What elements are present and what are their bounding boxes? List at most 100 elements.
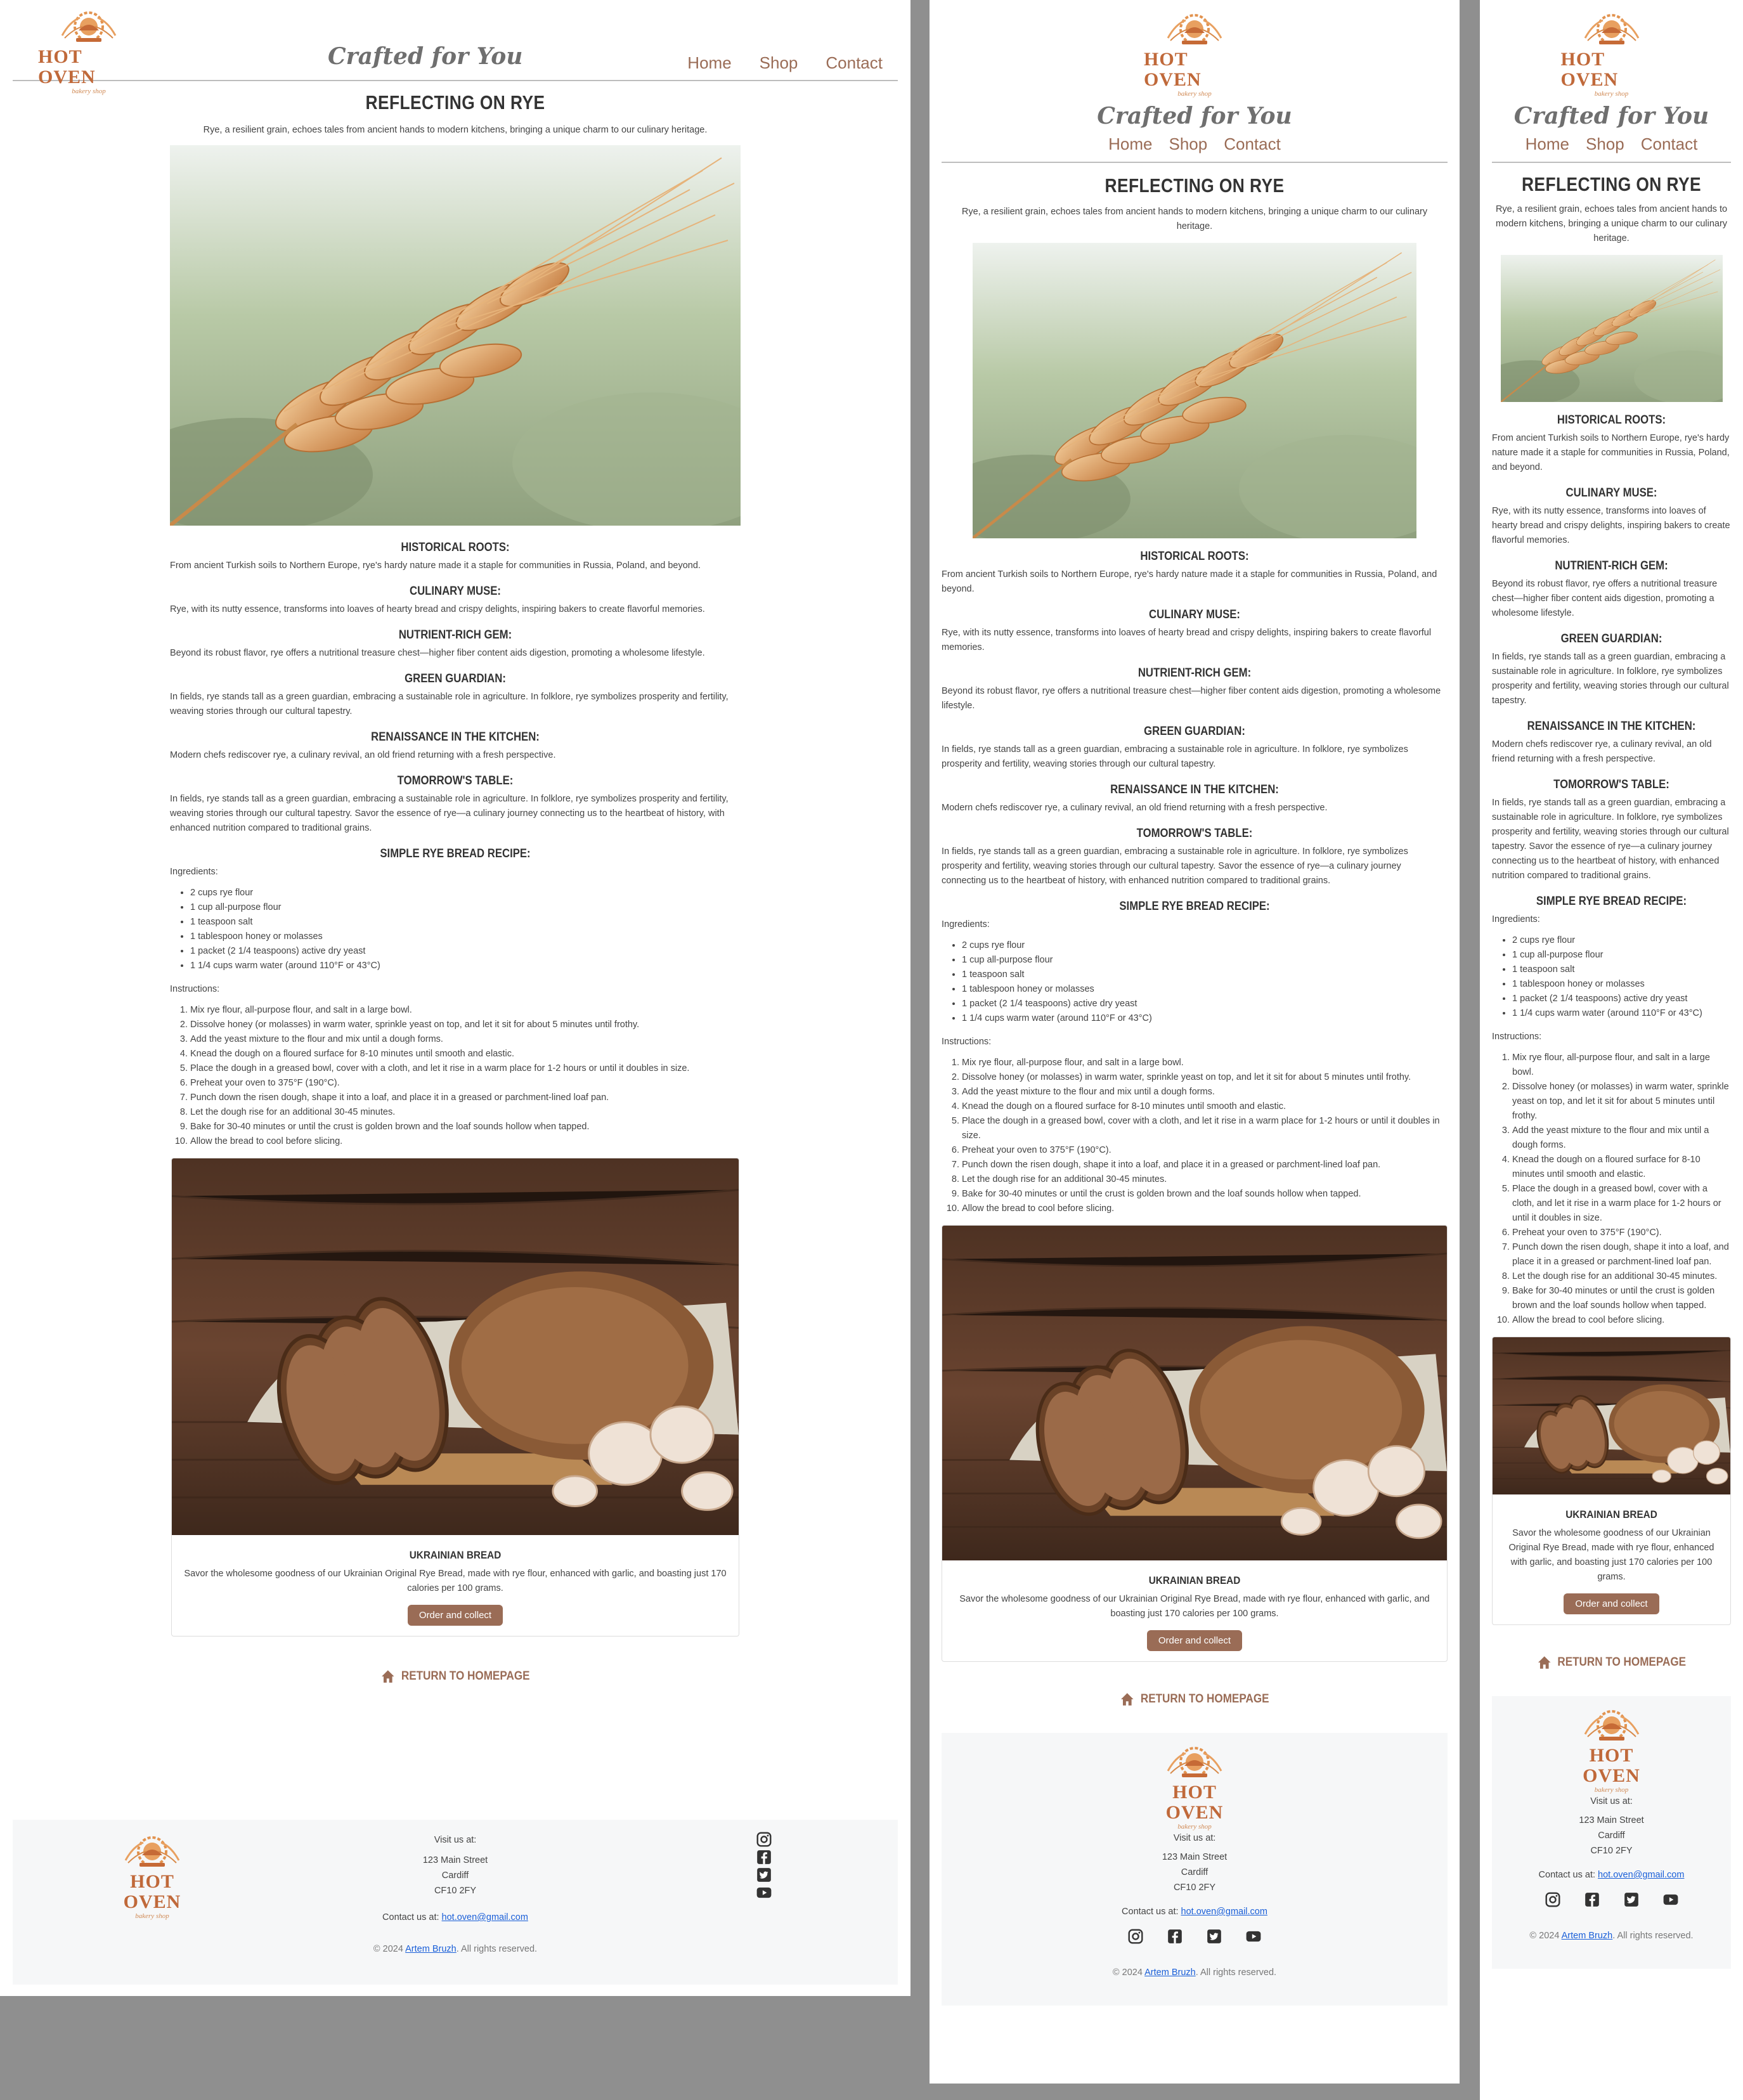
order-button[interactable]: Order and collect (1146, 1630, 1243, 1651)
address-line: CF10 2FY (1173, 1883, 1216, 1893)
email-link[interactable]: hot.oven@gmail.com (442, 1912, 528, 1922)
section-text: Modern chefs rediscover rye, a culinary … (942, 803, 1328, 813)
main-nav: Home Shop Contact (1526, 134, 1698, 154)
brand-subtitle: bakery shop (1594, 90, 1629, 98)
intro-text: Rye, a resilient grain, echoes tales fro… (1495, 204, 1728, 243)
oven-logo-icon (1157, 1746, 1233, 1782)
section-heading: RENAISSANCE IN THE KITCHEN: (371, 730, 540, 744)
nav-shop[interactable]: Shop (760, 53, 798, 73)
site-footer: HOT OVEN bakery shop Visit us at: 123 Ma… (13, 1820, 898, 1985)
footer-logo[interactable]: HOT OVEN bakery shop (1144, 1746, 1245, 1831)
list-item: Add the yeast mixture to the flour and m… (962, 1085, 1448, 1099)
ingredients-label: Ingredients: (942, 919, 990, 930)
return-link[interactable]: RETURN TO HOMEPAGE (198, 1668, 712, 1685)
product-card: UKRAINIAN BREAD Savor the wholesome good… (1492, 1337, 1731, 1625)
footer-logo[interactable]: HOT OVEN bakery shop (1561, 1709, 1662, 1794)
nav-shop[interactable]: Shop (1169, 134, 1208, 154)
youtube-icon[interactable] (756, 1884, 772, 1901)
section-heading: TOMORROW'S TABLE: (397, 774, 514, 788)
home-icon (1537, 1654, 1552, 1671)
facebook-icon[interactable] (1167, 1928, 1183, 1945)
nav-home[interactable]: Home (1108, 134, 1152, 154)
mobile-view: HOT OVEN bakery shop Crafted for You Hom… (1480, 0, 1743, 2100)
list-item: Knead the dough on a floured surface for… (190, 1047, 741, 1061)
twitter-icon[interactable] (1623, 1891, 1640, 1908)
section-text: Modern chefs rediscover rye, a culinary … (1492, 739, 1712, 764)
list-item: Let the dough rise for an additional 30-… (962, 1172, 1448, 1187)
twitter-icon[interactable] (756, 1867, 772, 1883)
brand-logo[interactable]: HOT OVEN bakery shop (38, 10, 139, 95)
ingredients-list: 2 cups rye flour 1 cup all-purpose flour… (1492, 933, 1731, 1021)
page-title: REFLECTING ON RYE (365, 91, 545, 113)
section-heading: TOMORROW'S TABLE: (1553, 778, 1669, 791)
return-link[interactable]: RETURN TO HOMEPAGE (967, 1691, 1422, 1708)
copyright: © 2024 Artem Bruzh. All rights reserved. (1112, 1967, 1277, 1978)
list-item: 2 cups rye flour (1512, 933, 1731, 948)
intro-text: Rye, a resilient grain, echoes tales fro… (203, 125, 708, 135)
twitter-icon[interactable] (1206, 1928, 1222, 1945)
list-item: Mix rye flour, all-purpose flour, and sa… (1512, 1051, 1731, 1080)
oven-logo-icon (1574, 13, 1650, 49)
nav-contact[interactable]: Contact (1224, 134, 1281, 154)
youtube-icon[interactable] (1245, 1928, 1262, 1945)
copyright: © 2024 Artem Bruzh. All rights reserved. (1529, 1931, 1694, 1941)
address-line: 123 Main Street (1579, 1815, 1644, 1825)
list-item: 1 packet (2 1/4 teaspoons) active dry ye… (962, 997, 1448, 1011)
return-link[interactable]: RETURN TO HOMEPAGE (1504, 1654, 1719, 1671)
nav-home[interactable]: Home (1526, 134, 1569, 154)
list-item: Place the dough in a greased bowl, cover… (190, 1061, 741, 1076)
email-link[interactable]: hot.oven@gmail.com (1181, 1907, 1267, 1917)
section-heading: CULINARY MUSE: (410, 585, 501, 598)
brand-subtitle: bakery shop (1594, 1786, 1629, 1794)
list-item: Allow the bread to cool before slicing. (1512, 1313, 1731, 1328)
order-button[interactable]: Order and collect (1564, 1593, 1659, 1614)
nav-shop[interactable]: Shop (1586, 134, 1624, 154)
list-item: 1 packet (2 1/4 teaspoons) active dry ye… (190, 944, 741, 959)
instagram-icon[interactable] (1127, 1928, 1144, 1945)
product-card: UKRAINIAN BREAD Savor the wholesome good… (942, 1225, 1448, 1662)
section-text: In fields, rye stands tall as a green gu… (942, 744, 1408, 769)
section-text: In fields, rye stands tall as a green gu… (1492, 652, 1729, 706)
nav-contact[interactable]: Contact (826, 53, 883, 73)
section-text: Beyond its robust flavor, rye offers a n… (170, 648, 705, 658)
brand-subtitle: bakery shop (72, 88, 106, 95)
address-line: Cardiff (1598, 1831, 1625, 1841)
product-title: UKRAINIAN BREAD (1565, 1508, 1657, 1520)
recipe-heading: SIMPLE RYE BREAD RECIPE: (1119, 900, 1270, 913)
product-description: Savor the wholesome goodness of our Ukra… (959, 1594, 1430, 1619)
author-link[interactable]: Artem Bruzh (1562, 1931, 1613, 1941)
bread-image (942, 1226, 1447, 1560)
list-item: Let the dough rise for an additional 30-… (190, 1105, 741, 1120)
ingredients-list: 2 cups rye flour 1 cup all-purpose flour… (942, 938, 1448, 1026)
author-link[interactable]: Artem Bruzh (405, 1944, 457, 1954)
youtube-icon[interactable] (1662, 1891, 1679, 1908)
nav-home[interactable]: Home (687, 53, 731, 73)
site-header: HOT OVEN bakery shop Crafted for You Hom… (1492, 0, 1731, 163)
page-title: REFLECTING ON RYE (1105, 174, 1285, 197)
instagram-icon[interactable] (1545, 1891, 1561, 1908)
intro-text: Rye, a resilient grain, echoes tales fro… (961, 207, 1428, 231)
facebook-icon[interactable] (756, 1849, 772, 1865)
instructions-list: Mix rye flour, all-purpose flour, and sa… (1492, 1051, 1731, 1328)
facebook-icon[interactable] (1584, 1891, 1600, 1908)
brand-name: HOT OVEN (38, 46, 96, 88)
section-heading: NUTRIENT-RICH GEM: (1137, 666, 1252, 680)
brand-logo[interactable]: HOT OVEN bakery shop (1561, 13, 1662, 98)
list-item: Place the dough in a greased bowl, cover… (962, 1114, 1448, 1143)
desktop-view: HOT OVEN bakery shop Crafted for You Hom… (0, 0, 910, 1996)
section-heading: CULINARY MUSE: (1149, 608, 1240, 621)
contact-line: Contact us at: hot.oven@gmail.com (1538, 1870, 1685, 1880)
brand-logo[interactable]: HOT OVEN bakery shop (1144, 13, 1245, 98)
contact-line: Contact us at: hot.oven@gmail.com (1122, 1907, 1267, 1917)
nav-contact[interactable]: Contact (1641, 134, 1698, 154)
visit-label: Visit us at: (1590, 1796, 1633, 1806)
section-heading: RENAISSANCE IN THE KITCHEN: (1110, 783, 1279, 796)
email-link[interactable]: hot.oven@gmail.com (1598, 1870, 1684, 1880)
ingredients-label: Ingredients: (1492, 914, 1540, 924)
list-item: 1 cup all-purpose flour (1512, 948, 1731, 963)
order-button[interactable]: Order and collect (407, 1605, 503, 1626)
author-link[interactable]: Artem Bruzh (1144, 1967, 1196, 1978)
product-description: Savor the wholesome goodness of our Ukra… (1508, 1528, 1714, 1582)
list-item: 1 tablespoon honey or molasses (1512, 977, 1731, 992)
instagram-icon[interactable] (756, 1831, 772, 1848)
